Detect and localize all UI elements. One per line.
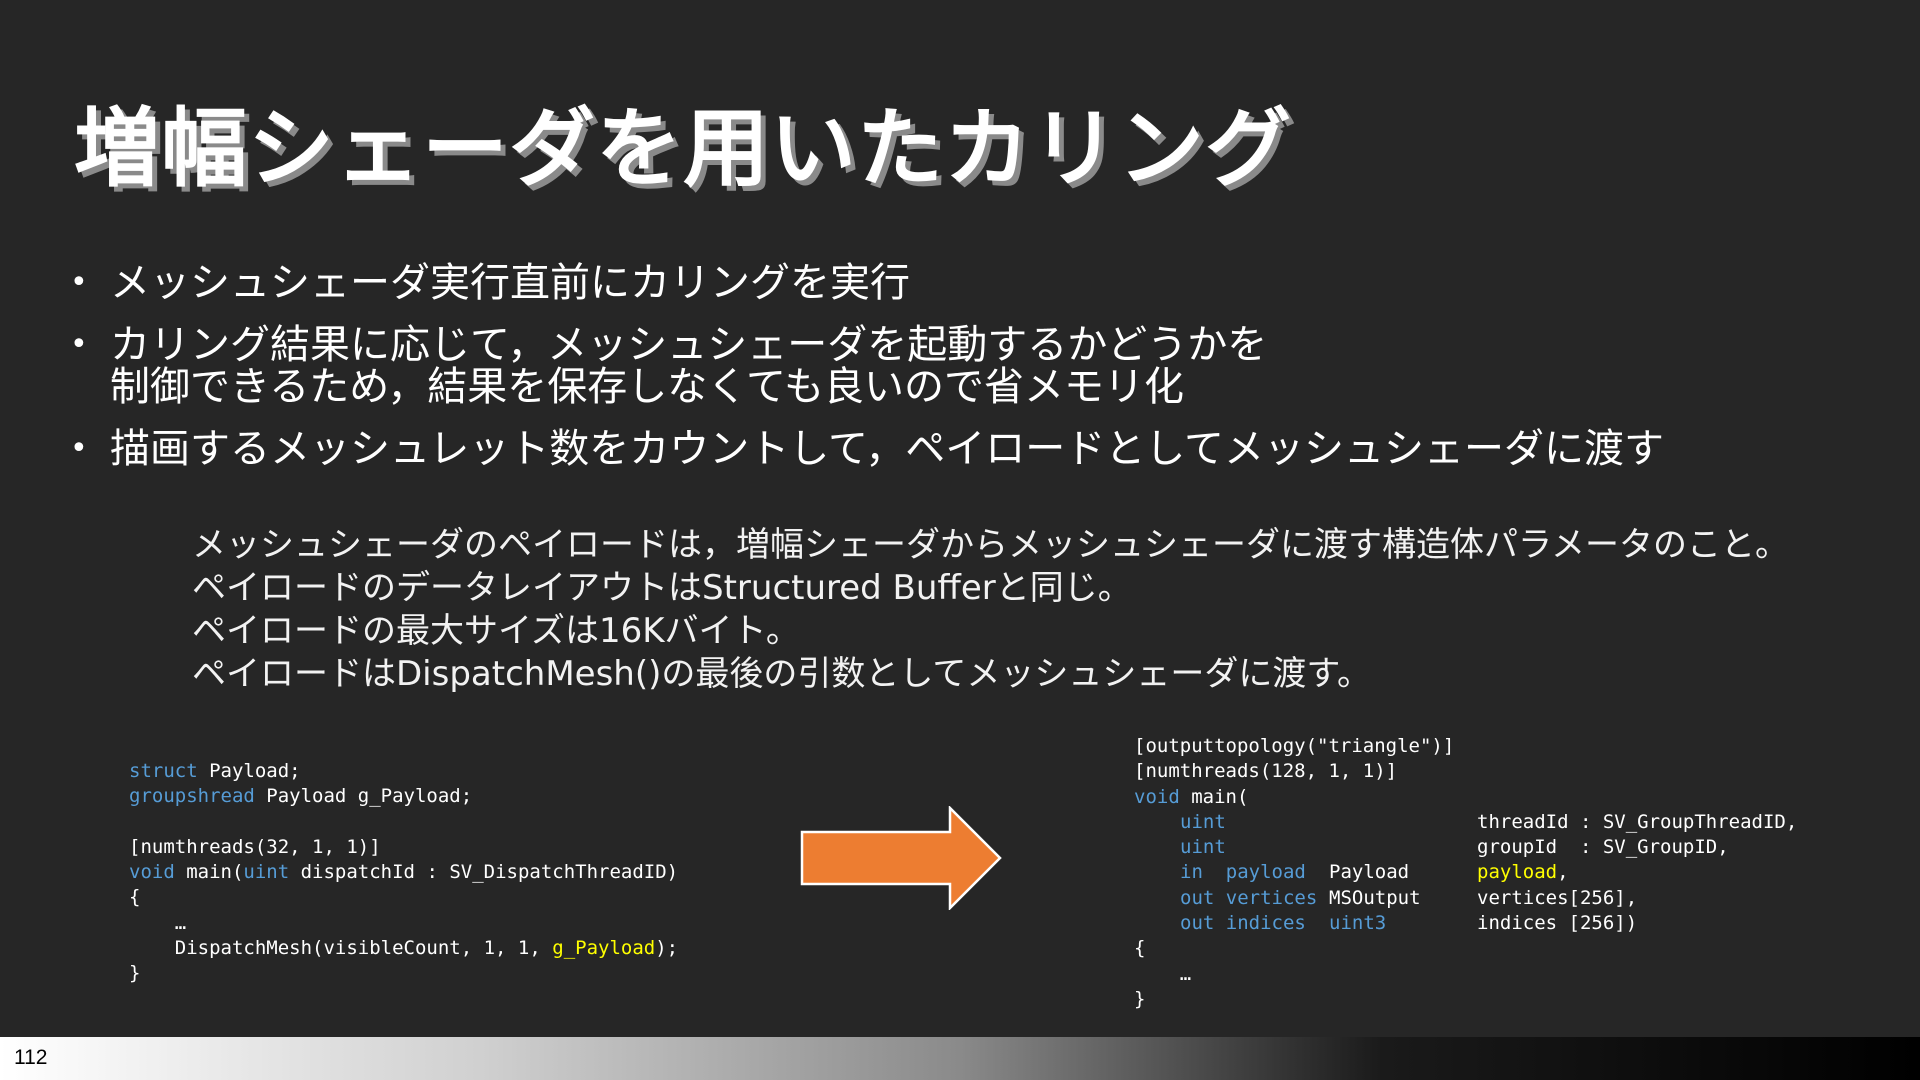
amplification-shader-code: struct Payload; groupshread Payload g_Pay… — [129, 759, 678, 987]
code-line: [numthreads(32, 1, 1)] — [129, 835, 381, 858]
code-text: main( — [174, 861, 244, 884]
code-line: [outputtopology("triangle")] — [1134, 735, 1455, 757]
note-line: ペイロードはDispatchMesh()の最後の引数としてメッシュシェーダに渡す… — [192, 654, 1371, 694]
code-keyword: groupshread — [129, 785, 255, 808]
code-keyword: out vertices — [1180, 886, 1318, 909]
code-keyword: in payload — [1180, 861, 1306, 884]
code-line: struct Payload; — [129, 759, 678, 784]
code-keyword: uint — [1180, 810, 1226, 833]
note-line: ペイロードの最大サイズは16Kバイト。 — [192, 611, 800, 651]
bullet-marker: • — [70, 431, 88, 466]
code-line: [numthreads(128, 1, 1)] — [1134, 760, 1398, 783]
arrow-shape — [800, 806, 1002, 910]
code-text: Payload — [1329, 861, 1410, 884]
code-line: } — [1134, 987, 1146, 1010]
note-line: ペイロードのデータレイアウトはStructured Bufferと同じ。 — [192, 568, 1132, 608]
code-keyword: void — [129, 861, 175, 884]
code-keyword: uint — [1180, 836, 1226, 859]
bullet-text: メッシュシェーダ実行直前にカリングを実行 — [110, 260, 910, 306]
bullet-item: • 描画するメッシュレット数をカウントして，ペイロードとしてメッシュシェーダに渡す — [70, 428, 1870, 470]
bullet-text: 描画するメッシュレット数をカウントして，ペイロードとしてメッシュシェーダに渡す — [110, 426, 1664, 472]
code-line: … — [1134, 962, 1192, 985]
page-number: 112 — [14, 1046, 48, 1069]
code-text: groupId : SV_GroupID, — [1477, 836, 1729, 859]
code-line: { — [1134, 937, 1146, 960]
code-text: main( — [1179, 785, 1249, 808]
code-highlight: payload — [1477, 861, 1558, 884]
bullet-item: • カリング結果に応じて，メッシュシェーダを起動するかどうかを 制御できるため，結… — [70, 324, 1870, 408]
code-line: void main( — [1134, 785, 1797, 810]
bullet-marker: • — [70, 265, 88, 300]
code-text: Payload; — [197, 760, 301, 782]
code-line: out indices uint3 indices [256]) — [1134, 911, 1797, 936]
code-keyword: struct — [129, 760, 198, 782]
code-keyword: void — [1134, 785, 1180, 808]
code-text: MSOutput — [1329, 886, 1421, 909]
code-text: , — [1557, 861, 1569, 884]
arrow-right-icon — [800, 806, 1002, 910]
code-line: groupshread Payload g_Payload; — [129, 784, 678, 809]
code-text: DispatchMesh(visibleCount, 1, 1, — [129, 937, 553, 960]
code-line: void main(uint dispatchId : SV_DispatchT… — [129, 860, 678, 885]
code-text: threadId : SV_GroupThreadID, — [1477, 810, 1798, 833]
code-line: DispatchMesh(visibleCount, 1, 1, g_Paylo… — [129, 936, 678, 961]
code-text: Payload g_Payload; — [254, 785, 473, 808]
bullet-marker: • — [70, 327, 88, 362]
footer-bar: 112 — [0, 1037, 1920, 1080]
code-keyword: out indices — [1180, 912, 1306, 935]
bullet-list: • メッシュシェーダ実行直前にカリングを実行 • カリング結果に応じて，メッシュシェ… — [70, 262, 1870, 490]
bullet-item: • メッシュシェーダ実行直前にカリングを実行 — [70, 262, 1870, 304]
code-keyword: uint — [243, 861, 290, 884]
bullet-text: カリング結果に応じて，メッシュシェーダを起動するかどうかを 制御できるため，結果… — [110, 322, 1268, 410]
note-line: メッシュシェーダのペイロードは，増幅シェーダからメッシュシェーダに渡す構造体パラ… — [192, 525, 1789, 565]
payload-note: メッシュシェーダのペイロードは，増幅シェーダからメッシュシェーダに渡す構造体パラ… — [192, 524, 1792, 696]
code-line: uint groupId : SV_GroupID, — [1134, 835, 1797, 860]
code-text: vertices[256], — [1477, 886, 1638, 909]
code-line: … — [129, 911, 187, 934]
code-text: ); — [655, 937, 679, 960]
code-line: } — [129, 962, 141, 985]
code-line: uint threadId : SV_GroupThreadID, — [1134, 810, 1797, 835]
code-highlight: g_Payload — [552, 937, 656, 960]
code-line: out vertices MSOutput vertices[256], — [1134, 886, 1797, 911]
code-line: { — [129, 886, 141, 909]
slide-title: 増幅シェーダを用いたカリング — [74, 99, 1292, 199]
mesh-shader-code: [outputtopology("triangle")] [numthreads(… — [1134, 734, 1797, 1012]
code-keyword: uint3 — [1329, 912, 1387, 935]
code-text: indices [256]) — [1477, 912, 1638, 935]
code-text: dispatchId : SV_DispatchThreadID) — [289, 861, 679, 884]
code-line: in payload Payload payload, — [1134, 860, 1797, 885]
